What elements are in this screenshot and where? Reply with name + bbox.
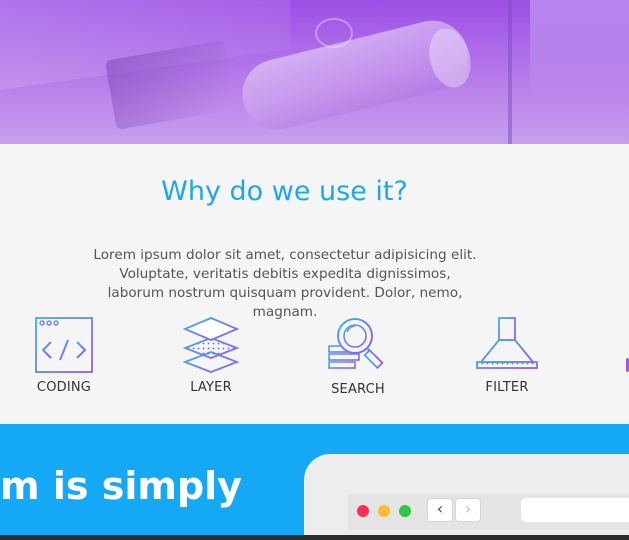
bottom-edge bbox=[0, 535, 629, 540]
feature-coding[interactable]: CODING bbox=[19, 316, 109, 395]
forward-button[interactable]: › bbox=[455, 498, 481, 522]
feature-filter[interactable]: FILTER bbox=[462, 316, 552, 395]
magnifier-icon bbox=[328, 318, 384, 370]
feature-label: SEARCH bbox=[331, 382, 385, 397]
back-button[interactable]: ‹ bbox=[427, 498, 453, 522]
banner-headline: m is simply bbox=[0, 464, 242, 508]
hero-swirl-shape bbox=[315, 18, 353, 48]
layers-icon bbox=[182, 317, 240, 373]
chevron-right-icon: › bbox=[464, 499, 472, 518]
zoom-window-dot bbox=[399, 505, 411, 517]
chevron-left-icon: ‹ bbox=[436, 499, 444, 518]
feature-label: FILTER bbox=[485, 380, 529, 395]
hero-window-frame bbox=[508, 0, 512, 144]
code-window-icon bbox=[35, 317, 93, 373]
feature-search[interactable]: SEARCH bbox=[313, 316, 403, 397]
section-title: Why do we use it? bbox=[161, 176, 408, 207]
hero-image bbox=[0, 0, 629, 144]
feature-layer[interactable]: LAYER bbox=[166, 316, 256, 395]
close-window-dot bbox=[357, 505, 369, 517]
features-section: Why do we use it? Lorem ipsum dolor sit … bbox=[0, 144, 629, 424]
section-description: Lorem ipsum dolor sit amet, consectetur … bbox=[93, 247, 477, 320]
feature-label: LAYER bbox=[190, 380, 232, 395]
minimize-window-dot bbox=[378, 505, 390, 517]
hero-window-pane bbox=[530, 0, 629, 96]
filter-flask-icon bbox=[476, 317, 538, 369]
feature-label: CODING bbox=[36, 380, 92, 395]
address-bar[interactable] bbox=[521, 498, 629, 522]
